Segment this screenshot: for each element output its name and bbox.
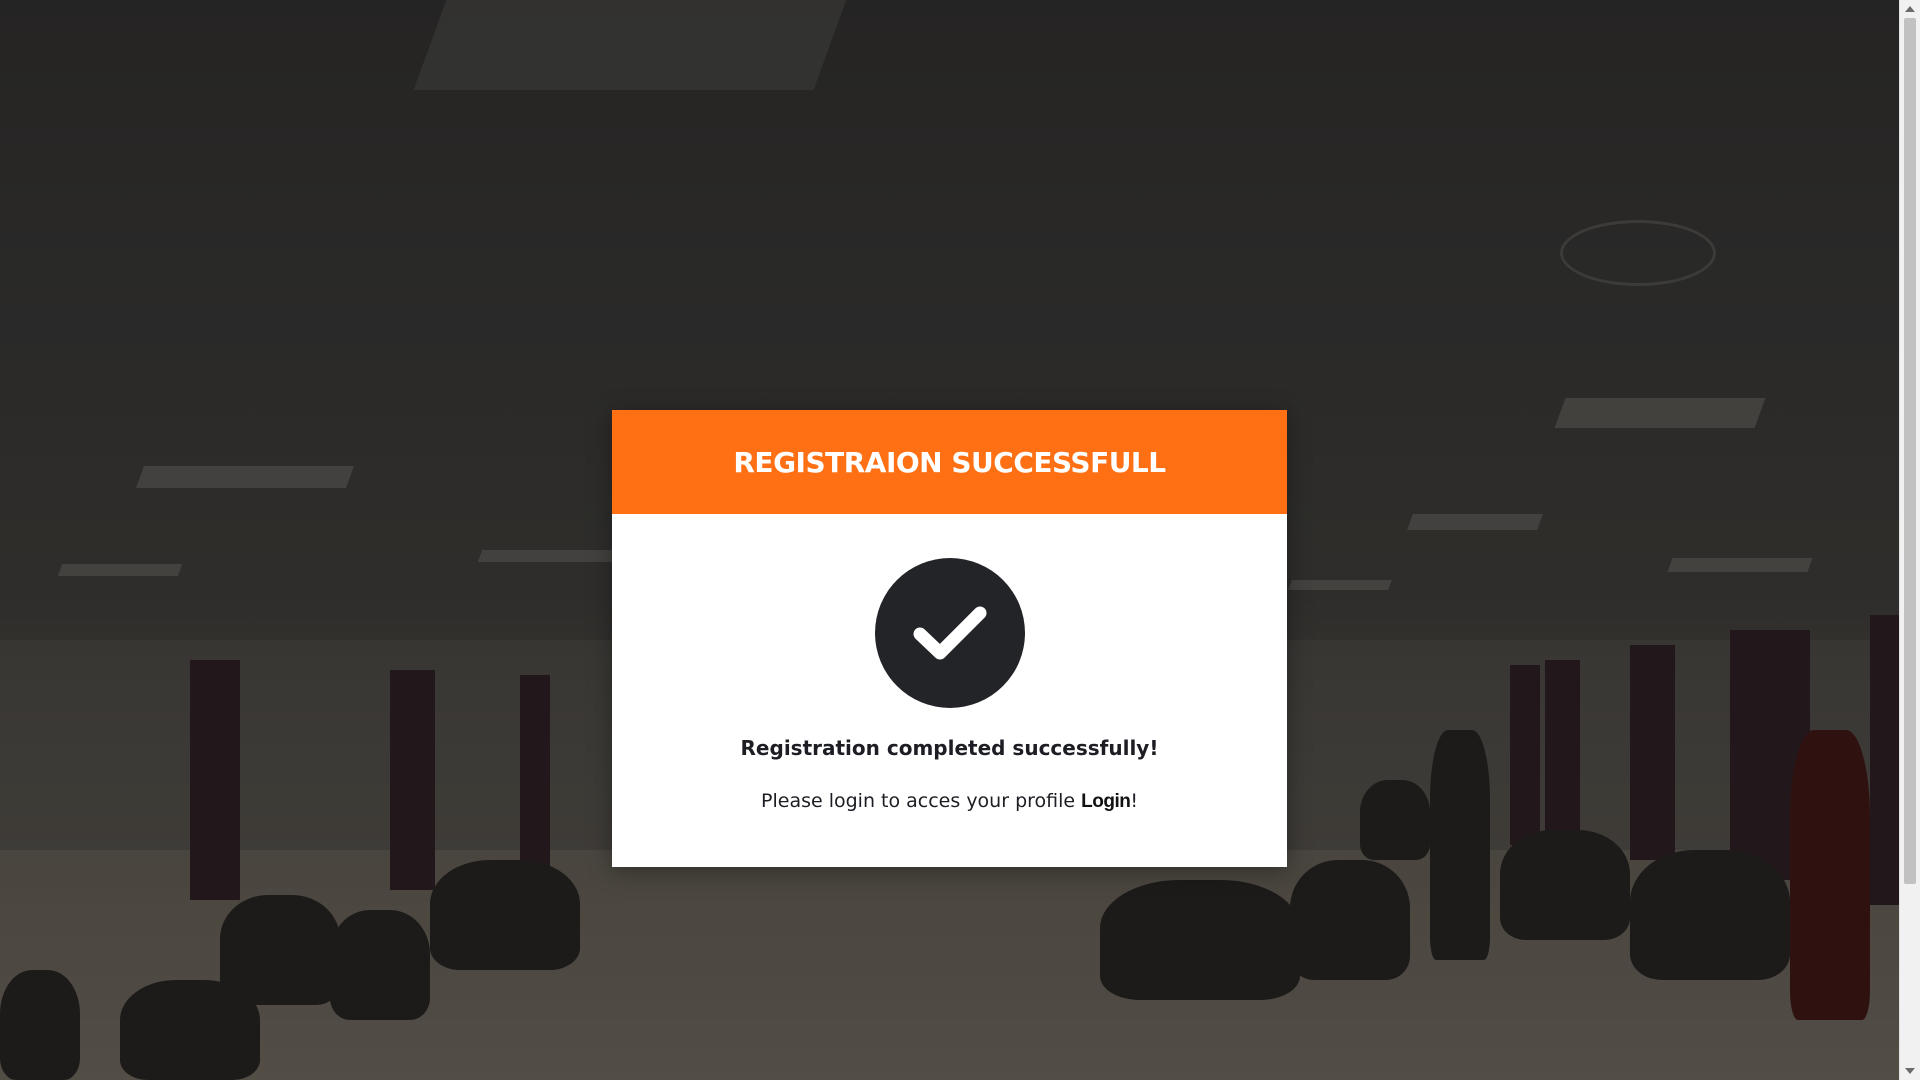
success-modal: REGISTRAION SUCCESSFULL Registration com…	[612, 410, 1287, 867]
check-circle-icon	[874, 558, 1025, 708]
login-suffix: !	[1130, 790, 1138, 812]
scroll-down-arrow-icon[interactable]	[1905, 1068, 1915, 1074]
success-message: Registration completed successfully!	[740, 736, 1159, 760]
vertical-scrollbar[interactable]	[1899, 0, 1920, 1080]
login-prompt: Please login to acces your profile Login…	[761, 790, 1138, 813]
modal-body: Registration completed successfully! Ple…	[612, 514, 1287, 813]
modal-title: REGISTRAION SUCCESSFULL	[733, 445, 1166, 479]
login-link[interactable]: Login	[1081, 791, 1131, 812]
scroll-up-arrow-icon[interactable]	[1905, 6, 1915, 12]
checkmark-icon	[913, 606, 986, 660]
login-prompt-text: Please login to acces your profile	[761, 790, 1082, 812]
scroll-thumb[interactable]	[1904, 18, 1916, 884]
page: REGISTRAION SUCCESSFULL Registration com…	[0, 0, 1920, 1080]
modal-header: REGISTRAION SUCCESSFULL	[612, 410, 1287, 514]
